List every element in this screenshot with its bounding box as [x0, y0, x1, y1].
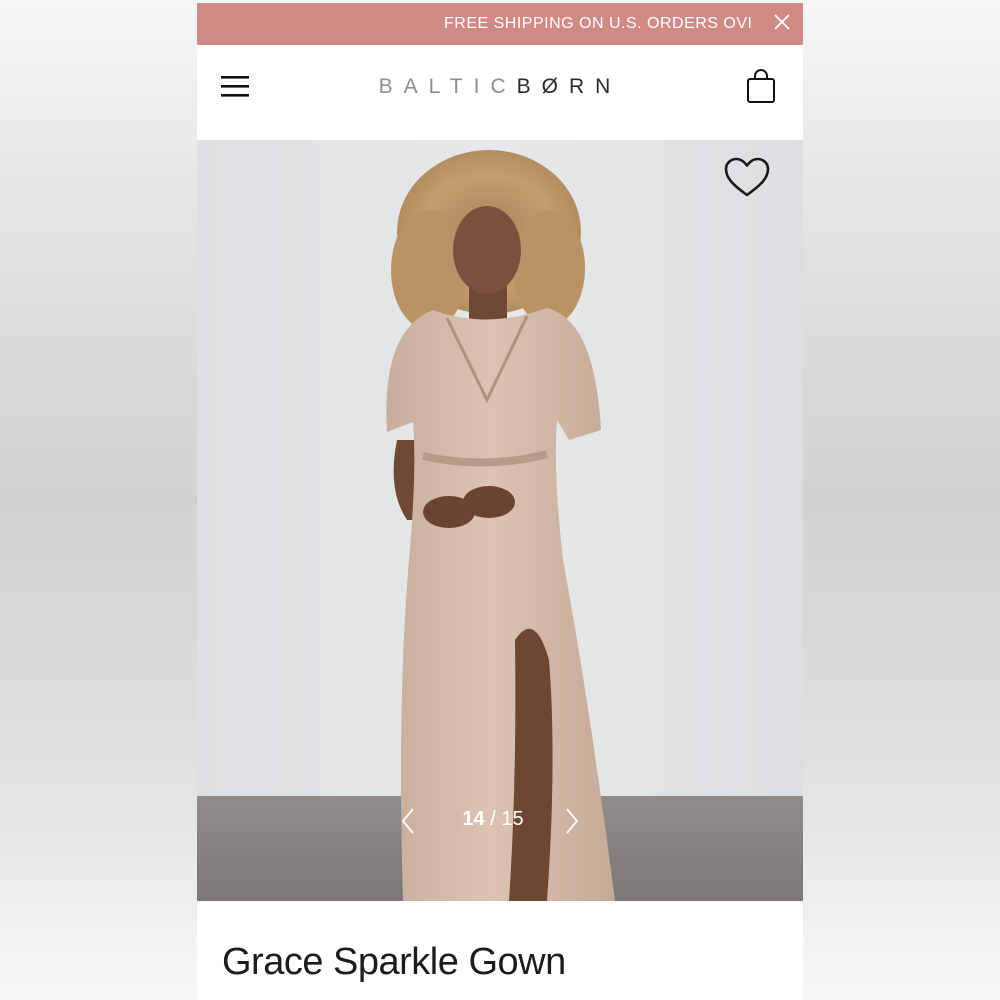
promo-banner: FREE SHIPPING ON U.S. ORDERS OVI: [197, 3, 803, 45]
close-icon[interactable]: [770, 10, 794, 34]
gallery-counter: 14 / 15: [455, 808, 531, 831]
site-header: BALTICBØRN: [197, 45, 803, 140]
hamburger-menu-icon[interactable]: [219, 73, 251, 101]
heart-icon[interactable]: [723, 156, 771, 200]
product-image[interactable]: 14 / 15: [197, 140, 803, 901]
mobile-page: FREE SHIPPING ON U.S. ORDERS OVI BALTICB…: [197, 3, 803, 1000]
promo-text: FREE SHIPPING ON U.S. ORDERS OVI: [444, 15, 753, 32]
product-photo: [197, 140, 803, 901]
total-count: 15: [501, 808, 524, 830]
product-title: Grace Sparkle Gown: [222, 941, 566, 983]
current-index: 14: [462, 808, 485, 830]
chevron-left-icon[interactable]: [397, 806, 421, 836]
chevron-right-icon[interactable]: [559, 806, 583, 836]
brand-logo[interactable]: BALTICBØRN: [347, 75, 653, 99]
gallery-pager: 14 / 15: [397, 800, 587, 840]
logo-part-2: BØRN: [516, 75, 622, 98]
counter-separator: /: [484, 808, 502, 830]
shopping-bag-icon[interactable]: [745, 69, 777, 105]
logo-part-1: BALTIC: [378, 75, 517, 98]
